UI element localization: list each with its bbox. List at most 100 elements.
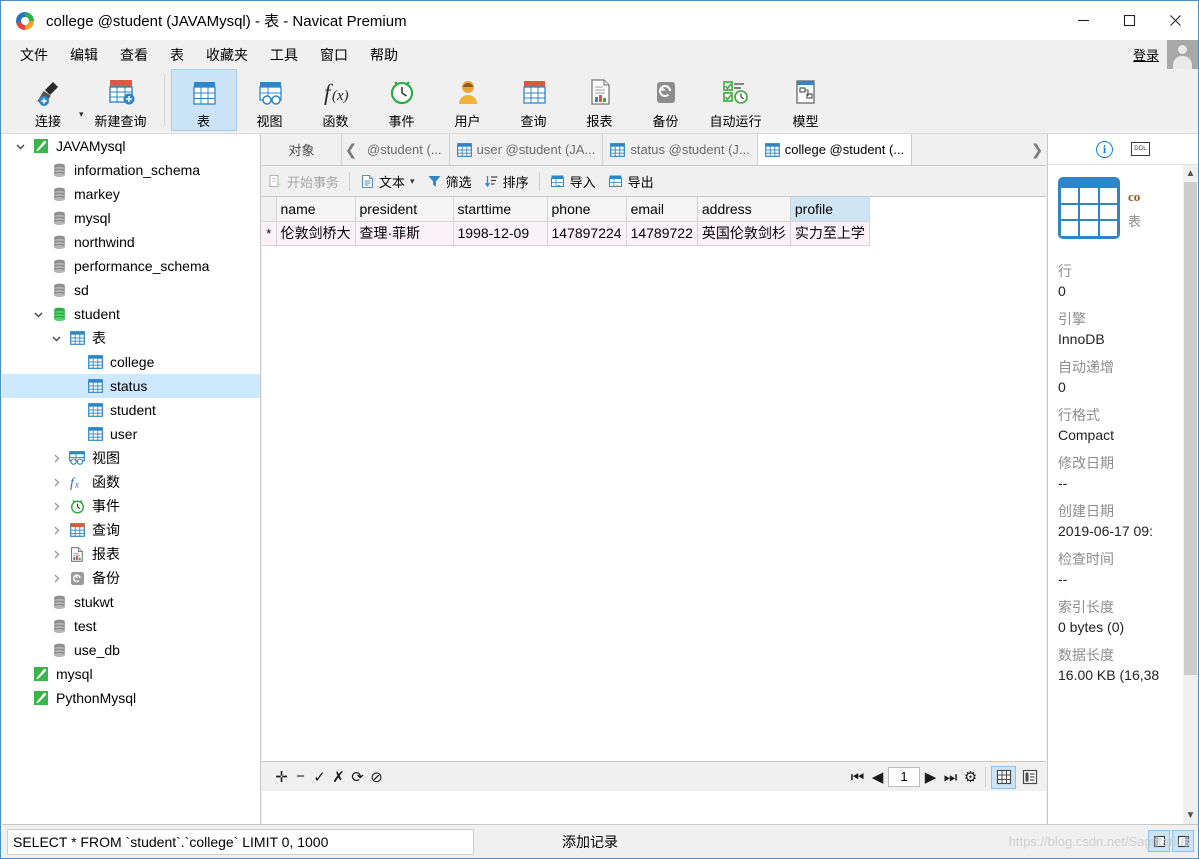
tab-1[interactable]: user @student (JA...	[449, 134, 604, 165]
menu-item-table[interactable]: 表	[159, 42, 195, 68]
toolbar-button-event[interactable]: 事件	[369, 69, 435, 131]
menu-item-file[interactable]: 文件	[9, 42, 59, 68]
chevron-right-icon[interactable]	[46, 501, 66, 512]
toolbar-button-new-query[interactable]: 新建查询	[84, 69, 158, 131]
chevron-down-icon[interactable]	[46, 333, 66, 344]
tab-objects[interactable]: 对象	[262, 134, 342, 165]
toolbar-button-table[interactable]: 表	[170, 69, 237, 131]
sidebar-item-use_db[interactable]: use_db	[2, 638, 260, 662]
column-header-president[interactable]: president	[355, 197, 454, 222]
menu-item-help[interactable]: 帮助	[359, 42, 409, 68]
cell-phone[interactable]: 147897224	[547, 221, 627, 246]
toolbar-button-function[interactable]: f (x) 函数	[303, 69, 369, 131]
sidebar-item-test[interactable]: test	[2, 614, 260, 638]
chevron-right-icon[interactable]	[46, 453, 66, 464]
text-button[interactable]: 文本 ▾	[354, 169, 421, 194]
chevron-down-icon[interactable]	[10, 141, 30, 152]
sidebar-item--[interactable]: 表	[2, 326, 260, 350]
sidebar-item-performance_schema[interactable]: performance_schema	[2, 254, 260, 278]
sidebar-item-user[interactable]: user	[2, 422, 260, 446]
sidebar-item-student[interactable]: student	[2, 302, 260, 326]
panel-toggle-left-icon[interactable]	[1148, 830, 1170, 852]
sidebar-item-information_schema[interactable]: information_schema	[2, 158, 260, 182]
toolbar-button-model[interactable]: 模型	[773, 69, 839, 131]
column-header-starttime[interactable]: starttime	[453, 197, 548, 222]
column-header-profile[interactable]: profile	[790, 197, 870, 222]
chevron-down-icon[interactable]	[28, 309, 48, 320]
stop-icon[interactable]: ⊘	[367, 765, 386, 789]
menu-item-tools[interactable]: 工具	[259, 42, 309, 68]
sidebar-item-college[interactable]: college	[2, 350, 260, 374]
menu-item-edit[interactable]: 编辑	[59, 42, 109, 68]
prev-record-icon[interactable]: ◀	[868, 765, 887, 789]
cancel-change-icon[interactable]: ✗	[329, 765, 348, 789]
chevron-right-icon[interactable]	[46, 525, 66, 536]
tab-2[interactable]: status @student (J...	[603, 134, 758, 165]
chevron-right-icon[interactable]	[46, 477, 66, 488]
login-link[interactable]: 登录	[1133, 45, 1159, 64]
text-dropdown-caret-icon[interactable]: ▾	[410, 176, 415, 187]
chevron-right-icon[interactable]: ❯	[1028, 134, 1046, 165]
sidebar-item--[interactable]: 备份	[2, 566, 260, 590]
toolbar-button-query[interactable]: 查询	[501, 69, 567, 131]
sidebar-item--[interactable]: 查询	[2, 518, 260, 542]
toolbar-button-view[interactable]: 视图	[237, 69, 303, 131]
chevron-right-icon[interactable]	[46, 573, 66, 584]
sidebar-item--[interactable]: 事件	[2, 494, 260, 518]
toolbar-button-report[interactable]: 报表	[567, 69, 633, 131]
database-tree-sidebar[interactable]: JAVAMysql information_schema markey mysql no…	[2, 134, 261, 824]
tab-0[interactable]: @student (...	[360, 134, 450, 165]
toolbar-button-backup[interactable]: 备份	[633, 69, 699, 131]
begin-transaction-button[interactable]: 开始事务	[262, 169, 345, 194]
menu-item-view[interactable]: 查看	[109, 42, 159, 68]
cell-name[interactable]: 伦敦剑桥大	[276, 221, 356, 246]
sidebar-item--[interactable]: 视图	[2, 446, 260, 470]
apply-change-icon[interactable]: ✓	[310, 765, 329, 789]
next-record-icon[interactable]: ▶	[921, 765, 940, 789]
grid-options-icon[interactable]: ⚙	[961, 765, 980, 789]
form-view-icon[interactable]	[1017, 766, 1042, 789]
toolbar-button-connection[interactable]: 连接	[15, 69, 81, 131]
sidebar-item-markey[interactable]: markey	[2, 182, 260, 206]
close-icon[interactable]	[1152, 1, 1198, 40]
chevron-left-icon[interactable]: ❮	[342, 134, 360, 165]
column-header-phone[interactable]: phone	[547, 197, 627, 222]
export-button[interactable]: 导出	[602, 169, 660, 194]
info-panel-scrollbar[interactable]: ▲ ▼	[1183, 165, 1198, 824]
add-record-icon[interactable]: ✛	[272, 765, 291, 789]
table-row[interactable]: * 伦敦剑桥大 查理·菲斯 1998-12-09 147897224 14789722 英国…	[262, 221, 870, 246]
data-grid[interactable]: name president starttime phone email address p…	[262, 197, 1046, 761]
import-button[interactable]: 导入	[544, 169, 602, 194]
minimize-icon[interactable]	[1060, 1, 1106, 40]
sidebar-item-stukwt[interactable]: stukwt	[2, 590, 260, 614]
column-header-address[interactable]: address	[697, 197, 791, 222]
ddl-icon[interactable]: DDL	[1131, 142, 1150, 156]
menu-item-window[interactable]: 窗口	[309, 42, 359, 68]
grid-view-icon[interactable]	[991, 765, 1016, 789]
sidebar-item--[interactable]: f x 函数	[2, 470, 260, 494]
sidebar-item-sd[interactable]: sd	[2, 278, 260, 302]
sidebar-item-mysql[interactable]: mysql	[2, 206, 260, 230]
sidebar-item-status[interactable]: status	[2, 374, 260, 398]
cell-email[interactable]: 14789722	[626, 221, 698, 246]
filter-button[interactable]: 筛选	[421, 169, 478, 194]
panel-toggle-right-icon[interactable]	[1172, 830, 1194, 852]
info-icon[interactable]: i	[1096, 140, 1113, 158]
cell-profile[interactable]: 实力至上学	[790, 221, 870, 246]
column-header-name[interactable]: name	[276, 197, 356, 222]
page-number-input[interactable]: 1	[888, 767, 920, 787]
maximize-icon[interactable]	[1106, 1, 1152, 40]
cell-president[interactable]: 查理·菲斯	[355, 221, 454, 246]
sort-button[interactable]: 排序	[478, 169, 535, 194]
column-header-email[interactable]: email	[626, 197, 698, 222]
sidebar-item-student[interactable]: student	[2, 398, 260, 422]
scrollbar-thumb[interactable]	[1184, 182, 1197, 675]
toolbar-button-automation[interactable]: 自动运行	[699, 69, 773, 131]
sidebar-item-javamysql[interactable]: JAVAMysql	[2, 134, 260, 158]
delete-record-icon[interactable]: −	[291, 765, 310, 789]
avatar-icon[interactable]	[1167, 40, 1198, 69]
first-record-icon[interactable]: ⏮	[848, 765, 867, 789]
refresh-icon[interactable]: ⟳	[348, 765, 367, 789]
toolbar-button-user[interactable]: 用户	[435, 69, 501, 131]
chevron-down-icon[interactable]: ▼	[1183, 807, 1198, 824]
